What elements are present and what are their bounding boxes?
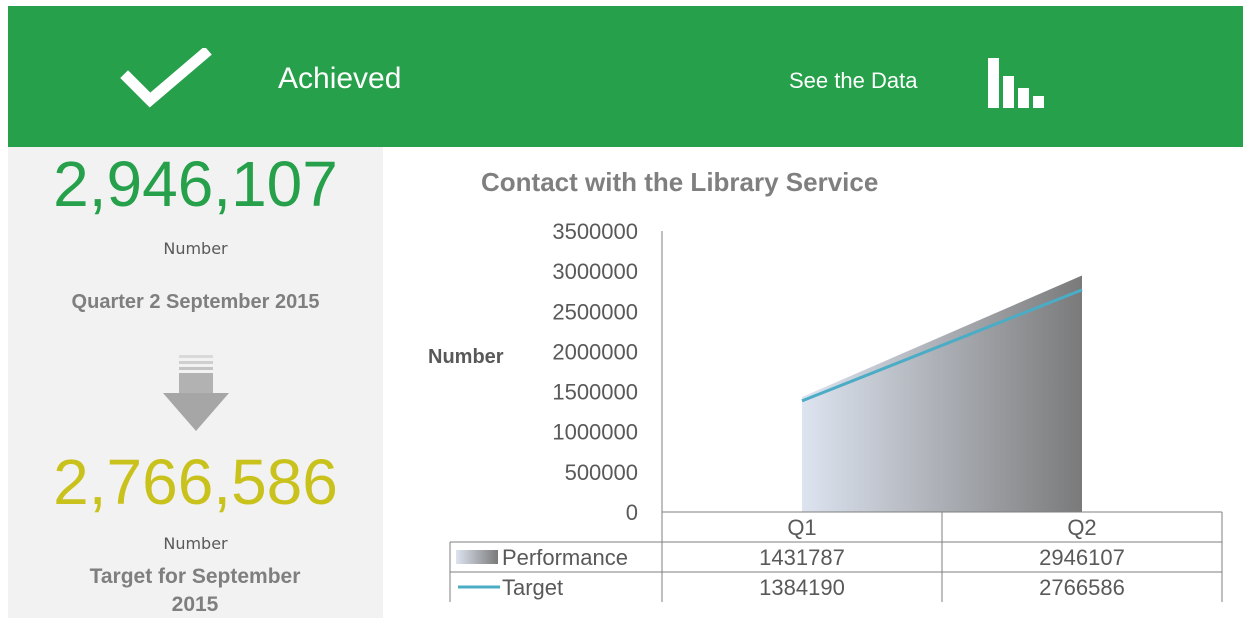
chart: 0 500000 1000000 1500000 2000000 2500000 30000… [449,219,1223,602]
x-tick-label: Q2 [1067,515,1096,540]
y-tick-label: 3000000 [552,259,638,284]
y-tick-label: 0 [626,500,638,525]
performance-area [802,275,1082,512]
y-tick-label: 1500000 [552,380,638,405]
data-label: 1431787 [759,545,845,570]
y-tick-label: 3500000 [552,219,638,244]
performance-legend-key [456,550,498,564]
y-tick-label: 2500000 [552,299,638,324]
y-tick-label: 2000000 [552,339,638,364]
data-label: 2946107 [1039,545,1125,570]
data-label: 2766586 [1039,575,1125,600]
legend-label: Target [502,575,563,600]
legend-label: Performance [502,545,628,570]
data-label: 1384190 [759,575,845,600]
y-tick-label: 1000000 [552,420,638,445]
x-tick-label: Q1 [787,515,816,540]
y-tick-label: 500000 [565,460,638,485]
